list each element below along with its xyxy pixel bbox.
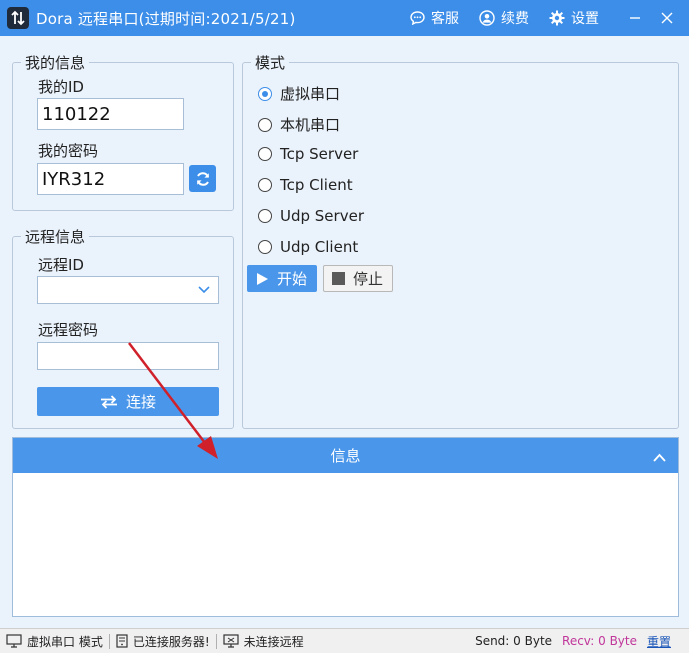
status-bar: 虚拟串口 模式 已连接服务器! 未连接远程 Send: 0 Byte Recv:… [0,628,689,653]
status-server-text: 已连接服务器! [132,634,210,649]
info-panel-title: 信息 [330,447,361,465]
customer-service-label: 客服 [431,11,459,27]
remote-password-input[interactable] [37,342,219,370]
my-id-field[interactable]: 110122 [37,98,184,130]
refresh-password-button[interactable] [189,165,216,192]
mode-option-label: Tcp Server [280,145,359,163]
remote-info-legend: 远程信息 [25,228,86,246]
connect-label: 连接 [125,393,156,411]
status-remote-text: 未连接远程 [243,634,304,649]
radio-udp-client[interactable] [258,240,272,254]
status-server: 已连接服务器! [110,629,216,653]
settings-button[interactable]: 设置 [549,8,599,28]
mode-option-tcp-client[interactable]: Tcp Client [258,176,353,194]
remote-monitor-icon [223,634,239,648]
mode-option-label: 虚拟串口 [280,85,341,103]
connect-button[interactable]: 连接 [37,387,219,416]
mode-option-virtual-serial[interactable]: 虚拟串口 [258,83,340,104]
status-remote: 未连接远程 [217,629,310,653]
my-id-label: 我的ID [38,78,84,96]
close-button[interactable] [651,0,683,36]
recv-bytes: Recv: 0 Byte [562,634,637,648]
status-mode: 虚拟串口 模式 [0,629,109,653]
swap-icon [100,394,117,409]
chevron-up-icon [653,453,666,462]
renew-button[interactable]: 续费 [479,8,529,28]
play-icon [257,272,268,285]
remote-id-combobox[interactable] [37,276,219,304]
start-button[interactable]: 开始 [247,265,317,292]
customer-service-button[interactable]: 客服 [410,8,459,28]
status-mode-text: 虚拟串口 模式 [27,634,103,649]
send-bytes: Send: 0 Byte [475,634,553,648]
window-title: Dora 远程串口(过期时间:2021/5/21) [36,9,296,28]
chat-icon [410,11,425,25]
close-icon [661,12,673,24]
collapse-button[interactable] [653,448,666,466]
my-password-label: 我的密码 [38,142,99,160]
minimize-icon [630,17,640,19]
mode-option-label: Udp Client [280,238,359,256]
refresh-icon [196,171,209,186]
my-info-legend: 我的信息 [25,54,86,72]
mode-option-udp-server[interactable]: Udp Server [258,207,364,225]
title-bar: Dora 远程串口(过期时间:2021/5/21) 客服 续费 设置 [0,0,689,36]
server-icon [116,634,128,648]
minimize-button[interactable] [619,0,651,36]
mode-option-tcp-server[interactable]: Tcp Server [258,145,358,163]
remote-password-label: 远程密码 [38,321,99,339]
radio-tcp-server[interactable] [258,147,272,161]
mode-option-label: Tcp Client [280,176,353,194]
mode-option-local-serial[interactable]: 本机串口 [258,114,340,135]
user-icon [479,10,495,26]
mode-option-label: Udp Server [280,207,364,225]
renew-label: 续费 [501,11,529,27]
settings-label: 设置 [571,11,599,27]
info-panel: 信息 [12,437,679,617]
monitor-icon [6,634,22,648]
radio-local-serial[interactable] [258,117,272,132]
mode-option-udp-client[interactable]: Udp Client [258,238,358,256]
start-label: 开始 [277,270,308,288]
info-log-area[interactable] [13,473,678,616]
mode-legend: 模式 [255,54,286,72]
stop-icon [332,272,345,285]
main-area: 我的信息 我的ID 110122 我的密码 IYR312 远程信息 远程ID 远… [0,36,689,653]
radio-tcp-client[interactable] [258,178,272,192]
my-password-field[interactable]: IYR312 [37,163,184,195]
stop-button[interactable]: 停止 [323,265,393,292]
app-logo-icon [7,7,29,29]
gear-icon [549,10,565,26]
radio-virtual-serial[interactable] [258,86,272,101]
mode-option-label: 本机串口 [280,116,341,134]
info-panel-header[interactable]: 信息 [13,438,678,473]
stop-label: 停止 [353,270,384,288]
chevron-down-icon [198,286,210,294]
reset-link[interactable]: 重置 [647,633,671,650]
remote-id-label: 远程ID [38,256,84,274]
radio-udp-server[interactable] [258,209,272,223]
